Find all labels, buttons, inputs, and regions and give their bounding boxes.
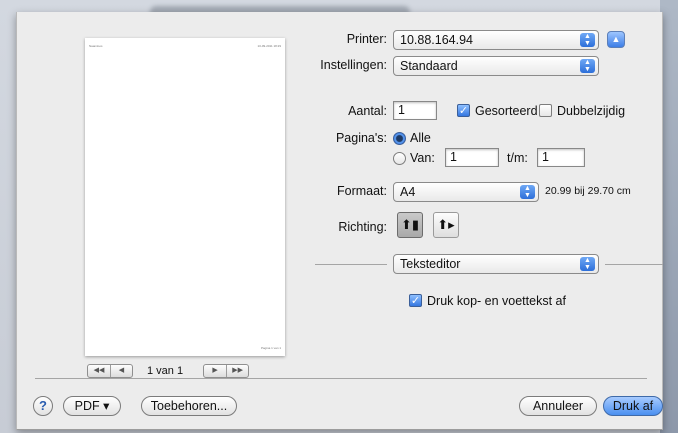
collated-checkbox[interactable]: ✓	[457, 104, 470, 117]
section-divider-right	[605, 264, 663, 265]
section-value: Teksteditor	[400, 257, 461, 271]
updown-arrows-icon: ▲ ▼	[580, 59, 595, 73]
pages-to-label: t/m:	[507, 151, 528, 165]
back-nav-segment: ◀◀ ◀	[87, 364, 133, 378]
collated-label: Gesorteerd	[475, 104, 538, 118]
footer-divider	[35, 378, 647, 379]
two-sided-label: Dubbelzijdig	[557, 104, 626, 118]
pdf-button[interactable]: PDF ▾	[63, 396, 121, 416]
presets-value: Standaard	[400, 59, 458, 73]
cancel-button[interactable]: Annuleer	[519, 396, 597, 416]
portrait-icon[interactable]: ⬆▮	[397, 212, 423, 238]
printer-label: Printer:	[346, 32, 387, 46]
pages-from-label: Van:	[410, 151, 435, 165]
page-count: 1 van 1	[147, 365, 184, 377]
pages-label: Pagina's:	[335, 131, 387, 145]
pages-to-input[interactable]: 1	[537, 148, 585, 167]
preview-header-left: Naamloos	[89, 44, 103, 48]
pages-from-radio[interactable]	[393, 152, 406, 165]
section-divider-left	[315, 264, 387, 265]
printer-value: 10.88.164.94	[400, 33, 473, 47]
presets-select[interactable]: Standaard ▲ ▼	[393, 56, 599, 76]
header-footer-checkbox[interactable]: ✓	[409, 294, 422, 307]
landscape-icon[interactable]: ⬆▸	[433, 212, 459, 238]
paper-size-select[interactable]: A4 ▲ ▼	[393, 182, 539, 202]
printer-select[interactable]: 10.88.164.94 ▲ ▼	[393, 30, 599, 50]
accessories-button[interactable]: Toebehoren...	[141, 396, 237, 416]
paper-value: A4	[400, 185, 416, 199]
paper-dimensions: 20.99 bij 29.70 cm	[545, 185, 631, 197]
page-preview: Naamloos 10-09-2011 18:29 Pagina 1 van 1	[85, 38, 285, 356]
last-page-icon[interactable]: ▶▶	[226, 365, 248, 377]
forward-nav-segment: ▶ ▶▶	[203, 364, 250, 378]
updown-arrows-icon: ▲ ▼	[580, 257, 595, 271]
updown-arrows-icon: ▲ ▼	[520, 185, 535, 199]
page-navigator: ◀◀ ◀ 1 van 1 ▶ ▶▶	[87, 363, 250, 379]
pages-all-label: Alle	[410, 131, 431, 145]
copies-label: Aantal:	[348, 104, 387, 118]
header-footer-label: Druk kop- en voettekst af	[427, 294, 566, 308]
preview-footer: Pagina 1 van 1	[260, 346, 281, 350]
prev-page-icon[interactable]: ◀	[110, 365, 132, 377]
updown-arrows-icon: ▲ ▼	[580, 33, 595, 47]
first-page-icon[interactable]: ◀◀	[88, 365, 110, 377]
copies-input[interactable]: 1	[393, 101, 437, 120]
paper-label: Formaat:	[336, 184, 387, 198]
print-dialog: Naamloos 10-09-2011 18:29 Pagina 1 van 1…	[16, 12, 663, 430]
pages-all-radio[interactable]	[393, 132, 406, 145]
disclosure-icon[interactable]: ▲	[607, 31, 625, 48]
orientation-label: Richting:	[338, 220, 387, 234]
presets-label: Instellingen:	[320, 58, 387, 72]
next-page-icon[interactable]: ▶	[204, 365, 226, 377]
print-button[interactable]: Druk af	[603, 396, 663, 416]
section-select[interactable]: Teksteditor ▲ ▼	[393, 254, 599, 274]
two-sided-checkbox[interactable]	[539, 104, 552, 117]
pages-from-input[interactable]: 1	[445, 148, 499, 167]
help-icon[interactable]: ?	[33, 396, 53, 416]
